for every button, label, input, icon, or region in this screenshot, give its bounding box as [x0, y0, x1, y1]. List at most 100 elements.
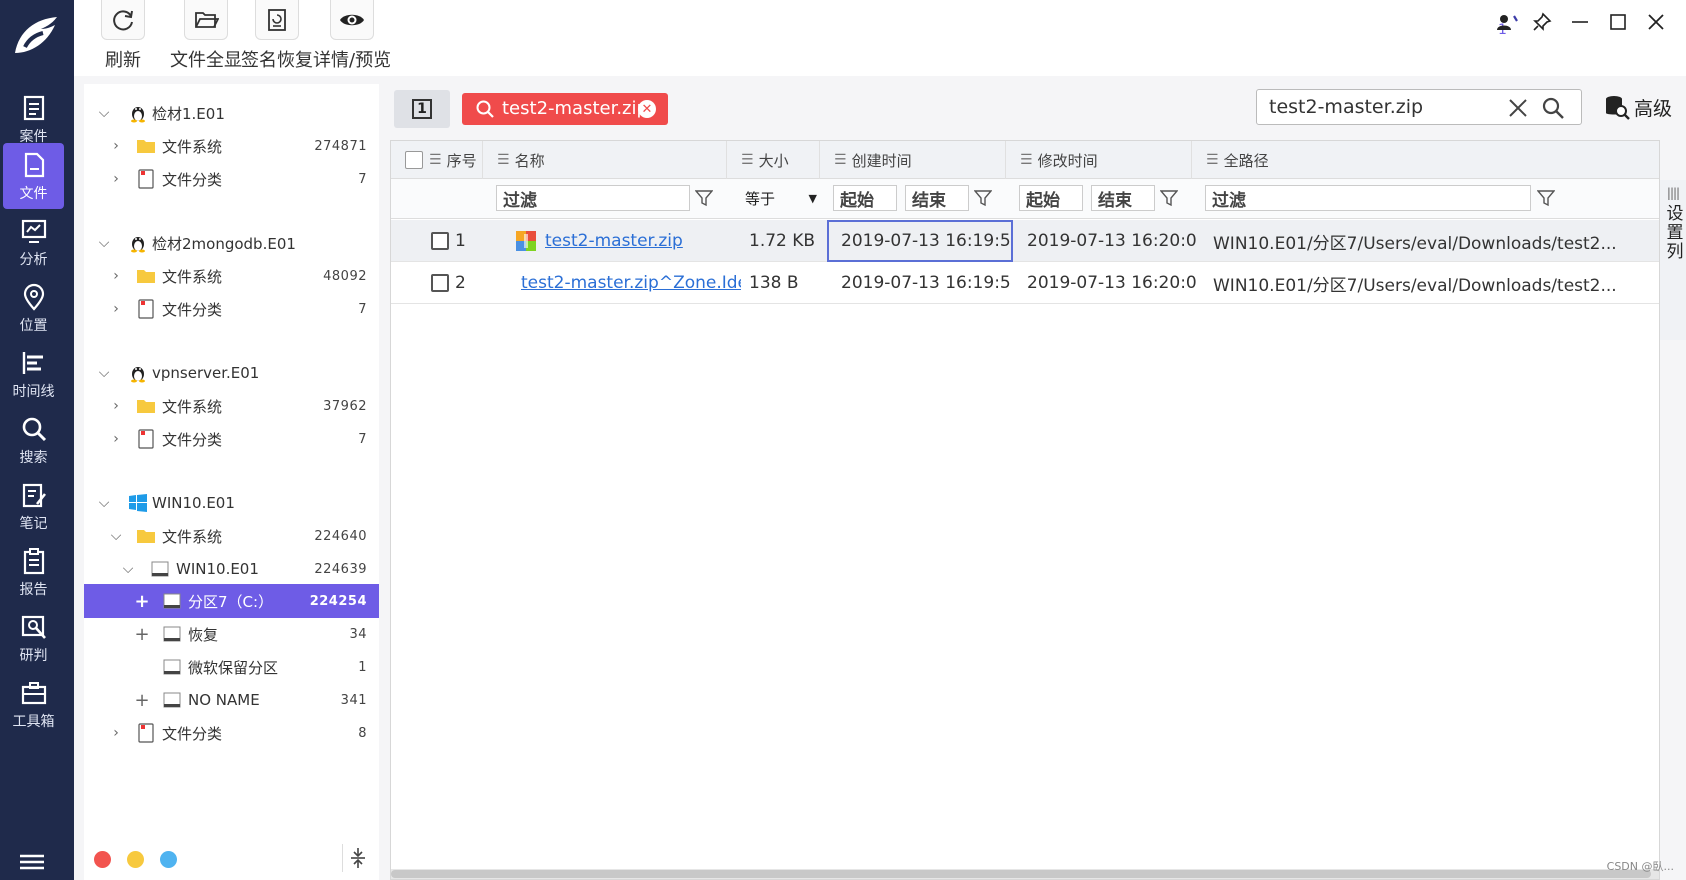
row-checkbox[interactable] [431, 232, 449, 250]
tree-node-filesystem[interactable]: › 文件系统 48092 [84, 259, 379, 293]
chevron-down-icon[interactable]: ⌵ [120, 561, 136, 577]
column-menu-icon[interactable]: ☰ [1206, 152, 1219, 168]
nav-item-judge[interactable]: 研判 [3, 605, 64, 671]
column-header-name[interactable]: ☰ 名称 [483, 141, 727, 179]
file-name-link[interactable]: test2-master.zip^Zone.Ider [521, 273, 741, 293]
nav-item-timeline[interactable]: 时间线 [3, 341, 64, 407]
chevron-right-icon[interactable]: › [108, 268, 124, 284]
advanced-search-button[interactable]: 高级 [1604, 90, 1672, 124]
chevron-right-icon[interactable]: › [108, 398, 124, 414]
search-input[interactable] [1269, 93, 1499, 121]
nav-item-search[interactable]: 搜索 [3, 407, 64, 473]
size-operator-select[interactable]: 等于 ▼ [745, 185, 817, 211]
yellow-dot-button[interactable] [127, 851, 144, 868]
chevron-down-icon[interactable]: ⌵ [96, 235, 112, 251]
chevron-right-icon[interactable]: › [108, 138, 124, 154]
tree-node-evidence[interactable]: ⌵ WIN10.E01 [84, 486, 379, 520]
chevron-right-icon[interactable]: › [108, 301, 124, 317]
column-header-size[interactable]: ☰ 大小 [727, 141, 820, 179]
tree-node-partition[interactable]: + 恢复 34 [84, 617, 379, 651]
refresh-button[interactable]: 刷新 [101, 0, 145, 72]
expand-plus-icon[interactable]: + [134, 624, 150, 645]
tree-node-category[interactable]: › 文件分类 8 [84, 716, 379, 750]
search-result-tab[interactable]: test2-master.zip ✕ [462, 93, 668, 125]
name-filter-input[interactable]: 过滤 [496, 185, 690, 211]
column-menu-icon[interactable]: ☰ [1020, 152, 1033, 168]
chevron-down-icon[interactable]: ⌵ [96, 365, 112, 381]
nav-item-notes[interactable]: 笔记 [3, 473, 64, 539]
scrollbar-thumb[interactable] [391, 870, 1651, 878]
table-row[interactable]: 1 test2-master.zip 1.72 KB 2019-07-13 16… [391, 220, 1659, 262]
modified-end-input[interactable]: 结束 [1091, 185, 1155, 211]
tree-node-partition-c[interactable]: + 分区7（C:） 224254 [84, 584, 379, 618]
signature-recovery-button[interactable]: 签名恢复 [241, 0, 313, 72]
modified-start-input[interactable]: 起始 [1019, 185, 1083, 211]
pin-icon[interactable] [1532, 12, 1552, 32]
horizontal-scrollbar[interactable] [391, 869, 1659, 879]
path-filter-input[interactable]: 过滤 [1205, 185, 1531, 211]
search-tab-bar: 1 test2-master.zip ✕ 高级 [386, 84, 1686, 132]
tab-count-button[interactable]: 1 [394, 90, 450, 128]
nav-label: 文件 [19, 185, 48, 202]
minimize-icon[interactable] [1570, 12, 1590, 32]
nav-item-analysis[interactable]: 分析 [3, 209, 64, 275]
column-header-modified[interactable]: ☰ 修改时间 [1006, 141, 1192, 179]
tree-node-partition[interactable]: 微软保留分区 1 [84, 650, 379, 684]
chevron-down-icon[interactable]: ⌵ [108, 528, 124, 544]
show-all-files-button[interactable]: 文件全显 [170, 0, 242, 72]
expand-plus-icon[interactable]: + [134, 591, 150, 612]
user-icon[interactable] [1494, 12, 1514, 32]
file-name-link[interactable]: test2-master.zip [545, 231, 683, 251]
table-row[interactable]: 2 test2-master.zip^Zone.Ider 138 B 2019-… [391, 262, 1659, 304]
column-header-path[interactable]: ☰ 全路径 [1192, 141, 1659, 179]
close-icon[interactable] [1646, 12, 1666, 32]
tree-node-category[interactable]: › 文件分类 7 [84, 422, 379, 456]
filter-icon[interactable] [1537, 189, 1555, 207]
created-end-input[interactable]: 结束 [905, 185, 969, 211]
close-tab-icon[interactable]: ✕ [638, 100, 656, 118]
tree-node-partition[interactable]: + NO NAME 341 [84, 683, 379, 717]
expand-plus-icon[interactable]: + [134, 690, 150, 711]
filter-icon[interactable] [695, 189, 713, 207]
created-start-input[interactable]: 起始 [833, 185, 897, 211]
chevron-right-icon[interactable]: › [108, 171, 124, 187]
maximize-icon[interactable] [1608, 12, 1628, 32]
chevron-down-icon[interactable]: ⌵ [96, 495, 112, 511]
details-preview-button[interactable]: 详情/预览 [313, 0, 391, 72]
nav-item-report[interactable]: 报告 [3, 539, 64, 605]
column-menu-icon[interactable]: ☰ [834, 152, 847, 168]
column-menu-icon[interactable]: ☰ [429, 152, 442, 168]
chevron-right-icon[interactable]: › [108, 431, 124, 447]
tree-node-evidence[interactable]: ⌵ 检材1.E01 [84, 96, 379, 130]
column-menu-icon[interactable]: ☰ [741, 152, 754, 168]
row-checkbox[interactable] [431, 274, 449, 292]
menu-icon[interactable] [16, 850, 48, 874]
chevron-right-icon[interactable]: › [108, 725, 124, 741]
blue-dot-button[interactable] [160, 851, 177, 868]
nav-item-file[interactable]: 文件 [3, 143, 64, 209]
filter-icon[interactable] [1160, 189, 1178, 207]
tree-node-category[interactable]: › 文件分类 7 [84, 162, 379, 196]
nav-item-toolbox[interactable]: 工具箱 [3, 671, 64, 737]
chevron-down-icon[interactable]: ⌵ [96, 105, 112, 121]
tree-node-count: 341 [340, 692, 367, 708]
collapse-all-icon[interactable] [342, 844, 372, 872]
red-dot-button[interactable] [94, 851, 111, 868]
tree-node-filesystem[interactable]: › 文件系统 274871 [84, 129, 379, 163]
tree-node-category[interactable]: › 文件分类 7 [84, 292, 379, 326]
select-all-checkbox[interactable] [405, 151, 423, 169]
column-menu-icon[interactable]: ☰ [497, 152, 510, 168]
column-header-index[interactable]: ☰ 序号 [391, 141, 483, 179]
tree-node-evidence[interactable]: ⌵ 检材2mongodb.E01 [84, 226, 379, 260]
filter-icon[interactable] [974, 189, 992, 207]
nav-item-location[interactable]: 位置 [3, 275, 64, 341]
tree-node-filesystem[interactable]: › 文件系统 37962 [84, 389, 379, 423]
created-cell[interactable]: 2019-07-13 16:19:54 [827, 220, 1013, 262]
column-settings-button[interactable]: |||| 设置列 [1660, 180, 1686, 340]
tree-node-disk[interactable]: ⌵ WIN10.E01 224639 [84, 552, 379, 586]
tree-node-filesystem[interactable]: ⌵ 文件系统 224640 [84, 519, 379, 553]
column-header-created[interactable]: ☰ 创建时间 [820, 141, 1006, 179]
search-icon[interactable] [1541, 96, 1565, 120]
clear-icon[interactable] [1507, 97, 1529, 119]
tree-node-evidence[interactable]: ⌵ vpnserver.E01 [84, 356, 379, 390]
